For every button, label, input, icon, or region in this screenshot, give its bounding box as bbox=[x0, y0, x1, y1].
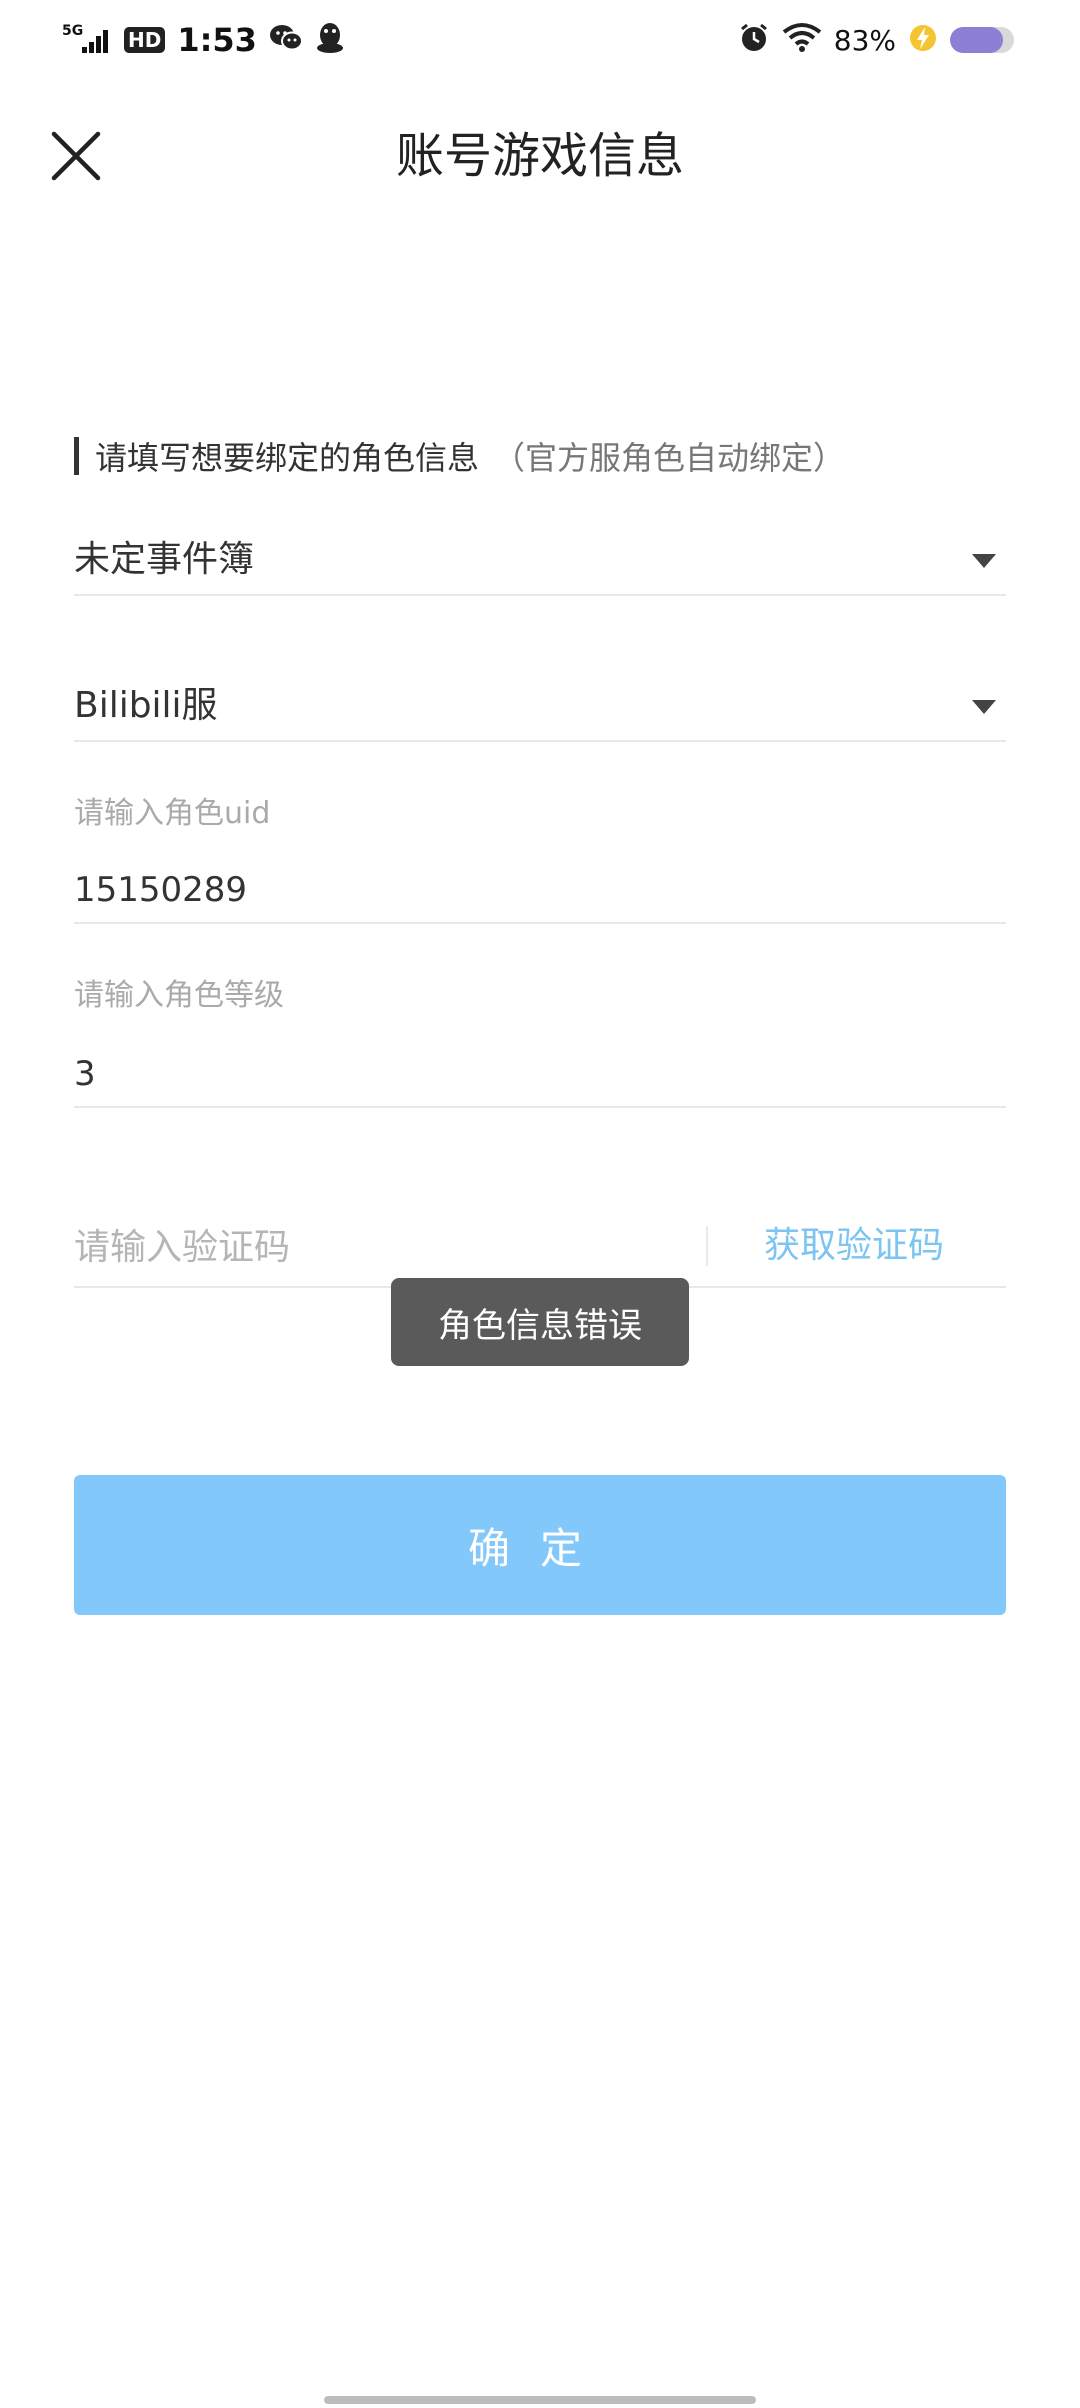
uid-input[interactable] bbox=[74, 870, 934, 910]
battery-fill bbox=[950, 27, 1004, 53]
confirm-button[interactable]: 确定 bbox=[74, 1475, 1006, 1615]
uid-field: 请输入角色uid bbox=[74, 788, 1006, 924]
game-select-value: 未定事件簿 bbox=[74, 539, 255, 580]
get-code-button[interactable]: 获取验证码 bbox=[764, 1216, 944, 1268]
signal-icon: 5G bbox=[62, 21, 112, 59]
level-input[interactable] bbox=[74, 1054, 934, 1094]
section-accent-bar bbox=[74, 437, 79, 475]
game-select[interactable]: 未定事件簿 bbox=[74, 514, 1006, 596]
status-bar: 5G HD 1:53 83% bbox=[0, 0, 1080, 80]
page-title: 账号游戏信息 bbox=[395, 128, 684, 184]
uid-field-label: 请输入角色uid bbox=[74, 796, 271, 831]
section-hint: （官方服角色自动绑定） bbox=[493, 439, 846, 477]
verification-code-input[interactable] bbox=[74, 1227, 674, 1268]
section-label-text: 请填写想要绑定的角色信息 bbox=[95, 439, 480, 477]
code-divider bbox=[706, 1226, 708, 1266]
hd-badge: HD bbox=[124, 27, 166, 53]
dropdown-arrow-icon bbox=[972, 700, 996, 714]
battery-icon bbox=[950, 27, 1014, 53]
level-field: 请输入角色等级 bbox=[74, 970, 1006, 1108]
status-left: 5G HD 1:53 bbox=[62, 18, 345, 62]
battery-percent: 83% bbox=[833, 23, 896, 57]
wechat-icon bbox=[269, 23, 303, 57]
wifi-icon bbox=[782, 22, 822, 58]
charging-icon bbox=[908, 23, 938, 57]
status-right: 83% bbox=[738, 18, 1014, 62]
level-field-label: 请输入角色等级 bbox=[74, 978, 284, 1013]
home-indicator[interactable] bbox=[324, 2396, 756, 2404]
section-label: 请填写想要绑定的角色信息 （官方服角色自动绑定） bbox=[74, 434, 845, 478]
verification-code-field: 获取验证码 bbox=[74, 1200, 1006, 1288]
status-time: 1:53 bbox=[177, 21, 257, 59]
qq-icon bbox=[315, 21, 345, 59]
error-toast: 角色信息错误 bbox=[391, 1278, 689, 1366]
server-select-value: Bilibili服 bbox=[74, 685, 218, 726]
server-select[interactable]: Bilibili服 bbox=[74, 664, 1006, 742]
dropdown-arrow-icon bbox=[972, 554, 996, 568]
alarm-icon bbox=[738, 22, 770, 58]
svg-text:5G: 5G bbox=[62, 23, 83, 39]
